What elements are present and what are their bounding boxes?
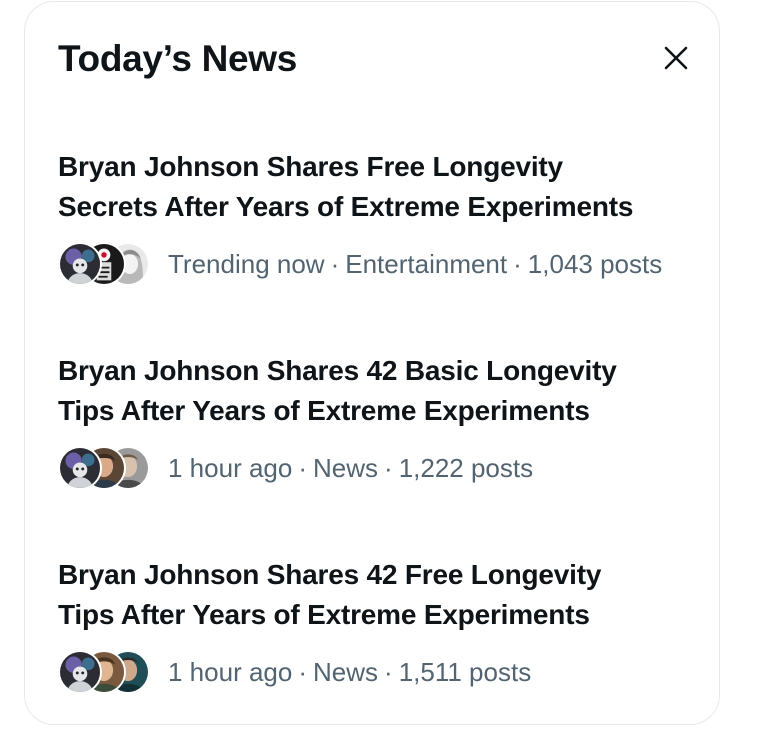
avatar-group: [58, 649, 154, 695]
news-item-posts: 1,511 posts: [398, 657, 532, 687]
avatar-group: [58, 241, 154, 287]
news-item-meta: 1 hour ago · News · 1,511 posts: [58, 649, 698, 695]
close-icon: [664, 46, 688, 70]
news-item-title: Bryan Johnson Shares Free Longevity Secr…: [58, 147, 698, 227]
news-item-meta-text: Trending now · Entertainment · 1,043 posts: [168, 249, 662, 279]
meta-separator: ·: [384, 453, 393, 483]
news-item-meta: 1 hour ago · News · 1,222 posts: [58, 445, 698, 491]
news-item-category: Entertainment: [345, 249, 508, 279]
news-item-time: 1 hour ago: [168, 453, 293, 483]
news-item-title-line: Tips After Years of Extreme Experiments: [58, 599, 590, 630]
todays-news-panel: Today’s News Bryan Johnson Shares Free L…: [24, 1, 720, 725]
news-item-meta: Trending now · Entertainment · 1,043 posts: [58, 241, 698, 287]
news-item-category: News: [313, 453, 379, 483]
news-item-title-line: Bryan Johnson Shares 42 Basic Longevity: [58, 355, 617, 386]
avatar: [58, 650, 102, 694]
news-item-meta-text: 1 hour ago · News · 1,511 posts: [168, 657, 531, 687]
news-item-time: Trending now: [168, 249, 325, 279]
news-item-title-line: Bryan Johnson Shares 42 Free Longevity: [58, 559, 602, 590]
avatar-group: [58, 445, 154, 491]
news-item-title: Bryan Johnson Shares 42 Basic Longevity …: [58, 351, 698, 431]
meta-separator: ·: [330, 249, 340, 279]
close-button[interactable]: [658, 40, 694, 76]
news-item-time: 1 hour ago: [168, 657, 293, 687]
news-item-title-line: Tips After Years of Extreme Experiments: [58, 395, 590, 426]
news-item-title-line: Bryan Johnson Shares Free Longevity: [58, 151, 563, 182]
news-item[interactable]: Bryan Johnson Shares 42 Free Longevity T…: [58, 555, 698, 695]
avatar: [58, 242, 102, 286]
meta-separator: ·: [298, 453, 307, 483]
news-item-posts: 1,222 posts: [398, 453, 534, 483]
meta-separator: ·: [384, 657, 393, 687]
news-item-meta-text: 1 hour ago · News · 1,222 posts: [168, 453, 533, 483]
news-item-title: Bryan Johnson Shares 42 Free Longevity T…: [58, 555, 698, 635]
avatar: [58, 446, 102, 490]
panel-title: Today’s News: [58, 38, 298, 79]
news-item-category: News: [313, 657, 379, 687]
meta-separator: ·: [298, 657, 307, 687]
news-item-posts: 1,043 posts: [527, 249, 663, 279]
news-item-title-line: Secrets After Years of Extreme Experimen…: [58, 191, 634, 222]
meta-separator: ·: [513, 249, 522, 279]
news-item[interactable]: Bryan Johnson Shares 42 Basic Longevity …: [58, 351, 698, 491]
panel-header: Today’s News: [58, 36, 694, 86]
news-item[interactable]: Bryan Johnson Shares Free Longevity Secr…: [58, 147, 698, 287]
